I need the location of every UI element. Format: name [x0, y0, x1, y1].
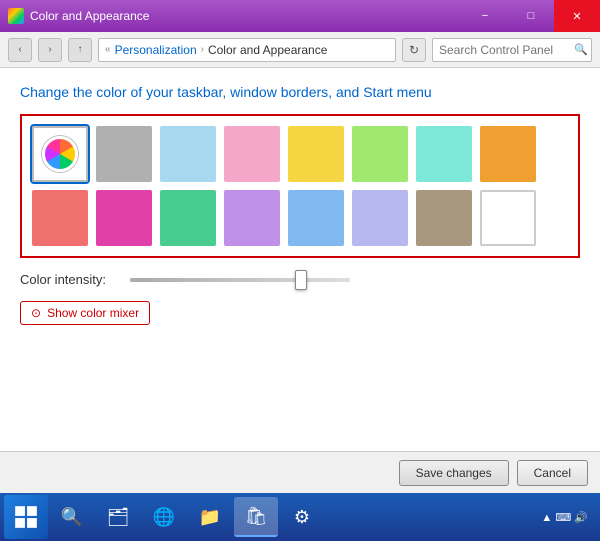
breadcrumb-personalization[interactable]: Personalization [115, 43, 197, 57]
window-icon [8, 8, 24, 24]
color-mixer-chevron-icon: ⊙ [31, 306, 41, 320]
color-swatch-sky[interactable] [160, 126, 216, 182]
window-title: Color and Appearance [30, 9, 149, 23]
color-swatch-gray[interactable] [96, 126, 152, 182]
color-swatch-green[interactable] [352, 126, 408, 182]
color-swatch-periwinkle[interactable] [352, 190, 408, 246]
color-swatch-lavender[interactable] [224, 190, 280, 246]
address-bar: ‹ › ↑ « Personalization › Color and Appe… [0, 32, 600, 68]
slider-thumb[interactable] [295, 270, 307, 290]
color-row-1 [32, 126, 568, 182]
intensity-slider[interactable] [130, 278, 350, 282]
color-swatch-cornflower[interactable] [288, 190, 344, 246]
back-button[interactable]: ‹ [8, 38, 32, 62]
main-content: Change the color of your taskbar, window… [0, 68, 600, 451]
title-bar: Color and Appearance − □ ✕ [0, 0, 600, 32]
tray-time: ▲ ⌨ 🔊 [541, 511, 588, 524]
up-button[interactable]: ↑ [68, 38, 92, 62]
minimize-button[interactable]: − [462, 0, 508, 32]
search-icon[interactable]: 🔍 [574, 43, 588, 56]
taskbar-store[interactable]: 🛍 [234, 497, 278, 537]
search-input[interactable] [432, 38, 592, 62]
breadcrumb-current: Color and Appearance [208, 43, 327, 57]
color-swatch-warmgray[interactable] [416, 190, 472, 246]
taskbar-files[interactable]: 📁 [188, 497, 232, 537]
color-grid [20, 114, 580, 258]
slider-track [130, 278, 350, 282]
close-button[interactable]: ✕ [554, 0, 600, 32]
show-color-mixer-button[interactable]: ⊙ Show color mixer [20, 301, 150, 325]
color-swatch-mint[interactable] [160, 190, 216, 246]
search-wrapper: 🔍 [432, 38, 592, 62]
taskbar-ie[interactable]: 🌐 [142, 497, 186, 537]
color-swatch-white[interactable] [480, 190, 536, 246]
window-controls: − □ ✕ [462, 0, 600, 32]
intensity-row: Color intensity: [20, 272, 580, 287]
color-swatch-orange[interactable] [480, 126, 536, 182]
color-row-2 [32, 190, 568, 246]
color-swatch-magenta[interactable] [96, 190, 152, 246]
save-changes-button[interactable]: Save changes [399, 460, 509, 486]
maximize-button[interactable]: □ [508, 0, 554, 32]
taskbar-settings[interactable]: ⚙ [280, 497, 324, 537]
spacer [20, 339, 580, 435]
taskbar: 🔍 🗂 🌐 📁 🛍 ⚙ ▲ ⌨ 🔊 [0, 493, 600, 541]
color-swatch-yellow[interactable] [288, 126, 344, 182]
breadcrumb-root: « [105, 44, 111, 55]
taskbar-tray: ▲ ⌨ 🔊 [533, 511, 596, 524]
color-swatch-salmon[interactable] [32, 190, 88, 246]
palette-icon [42, 136, 78, 172]
forward-button[interactable]: › [38, 38, 62, 62]
breadcrumb-separator: › [201, 44, 204, 55]
taskbar-explorer[interactable]: 🗂 [96, 497, 140, 537]
start-button[interactable] [4, 495, 48, 539]
breadcrumb: « Personalization › Color and Appearance [98, 38, 396, 62]
color-mixer-label: Show color mixer [47, 306, 139, 320]
title-bar-left: Color and Appearance [8, 8, 149, 24]
color-swatch-palette[interactable] [32, 126, 88, 182]
taskbar-search[interactable]: 🔍 [50, 497, 94, 537]
windows-logo-icon [13, 504, 39, 530]
footer-actions: Save changes Cancel [0, 451, 600, 493]
refresh-button[interactable]: ↻ [402, 38, 426, 62]
color-swatch-pink[interactable] [224, 126, 280, 182]
intensity-label: Color intensity: [20, 272, 120, 287]
color-swatch-teal[interactable] [416, 126, 472, 182]
cancel-button[interactable]: Cancel [517, 460, 588, 486]
page-heading: Change the color of your taskbar, window… [20, 84, 580, 100]
